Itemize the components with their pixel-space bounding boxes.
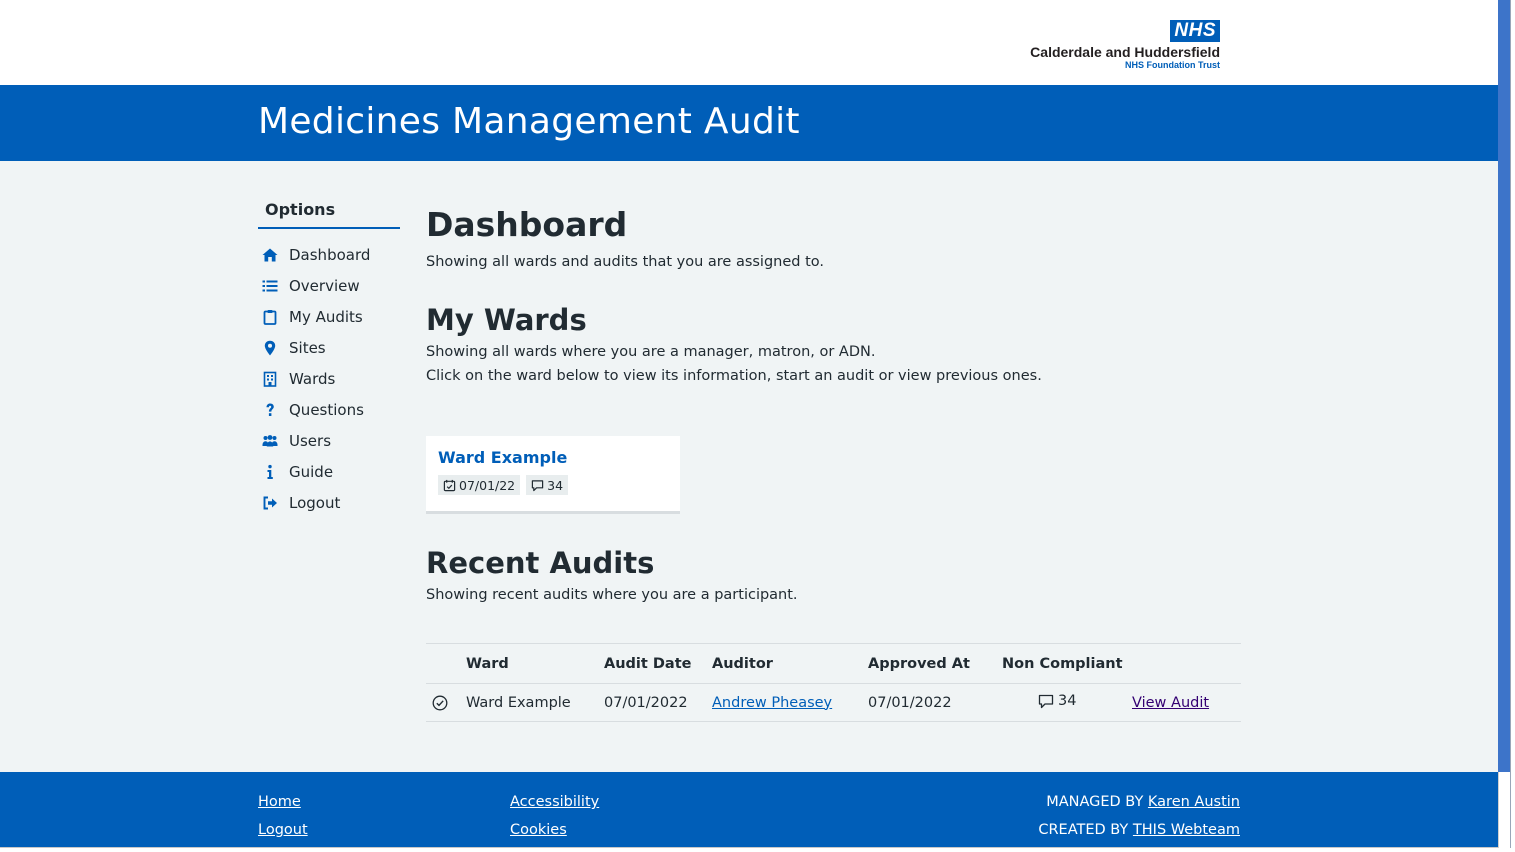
clipboard-icon xyxy=(258,309,282,325)
trust-name: Calderdale and Huddersfield xyxy=(1030,44,1220,60)
ward-date-tag: 07/01/22 xyxy=(438,475,521,495)
status-cell xyxy=(426,683,466,722)
action-cell: View Audit xyxy=(1132,683,1241,722)
footer-accessibility-link[interactable]: Accessibility xyxy=(510,794,599,810)
ward-cell: Ward Example xyxy=(466,683,604,722)
ward-card[interactable]: Ward Example 07/01/22 34 xyxy=(426,436,680,514)
non-compliant-cell: 34 xyxy=(1002,683,1132,722)
non-compliant-value: 34 xyxy=(1058,692,1077,709)
view-audit-link[interactable]: View Audit xyxy=(1132,695,1209,711)
check-circle-icon xyxy=(432,695,448,710)
sidebar-item-my-audits[interactable]: My Audits xyxy=(258,301,400,332)
managed-by-link[interactable]: Karen Austin xyxy=(1148,794,1240,810)
logout-icon xyxy=(258,495,282,511)
auditor-cell: Andrew Pheasey xyxy=(712,683,868,722)
calendar-check-icon xyxy=(443,479,456,491)
managed-by-prefix: MANAGED BY xyxy=(1046,794,1144,810)
sidebar-item-logout[interactable]: Logout xyxy=(258,487,400,518)
sidebar-item-users[interactable]: Users xyxy=(258,425,400,456)
sidebar-item-label: Guide xyxy=(289,462,334,481)
table-row: Ward Example 07/01/2022 Andrew Pheasey 0… xyxy=(426,683,1241,722)
sidebar-item-label: Questions xyxy=(289,400,364,419)
recent-audits-description: Showing recent audits where you are a pa… xyxy=(426,587,798,603)
audit-date-cell: 07/01/2022 xyxy=(604,683,712,722)
approved-at-cell: 07/01/2022 xyxy=(868,683,1002,722)
title-bar: Medicines Management Audit xyxy=(0,85,1498,161)
page-subtitle: Showing all wards and audits that you ar… xyxy=(426,254,824,270)
sidebar-item-dashboard[interactable]: Dashboard xyxy=(258,239,400,270)
sidebar-item-questions[interactable]: Questions xyxy=(258,394,400,425)
column-header-audit-date: Audit Date xyxy=(604,643,712,684)
column-header-non-compliant: Non Compliant xyxy=(1002,643,1132,684)
nhs-trust-logo[interactable]: NHS Calderdale and Huddersfield NHS Foun… xyxy=(1030,20,1220,70)
recent-audits-heading: Recent Audits xyxy=(426,546,655,580)
recent-audits-section: Recent Audits Showing recent audits wher… xyxy=(426,543,1241,607)
sidebar-item-label: Overview xyxy=(289,276,360,295)
footer-home-link[interactable]: Home xyxy=(258,794,301,810)
app-title: Medicines Management Audit xyxy=(258,101,800,142)
created-by-prefix: CREATED BY xyxy=(1038,822,1129,838)
list-icon xyxy=(258,278,282,294)
sidebar-item-label: Wards xyxy=(289,369,336,388)
footer: Home Logout Accessibility Cookies MANAGE… xyxy=(0,772,1498,847)
window-border xyxy=(1510,0,1511,848)
sidebar-item-guide[interactable]: Guide xyxy=(258,456,400,487)
my-wards-instruction: Click on the ward below to view its info… xyxy=(426,368,1042,384)
sidebar: Options Dashboard Overview My Audits Sit… xyxy=(258,196,400,518)
comment-icon xyxy=(1038,694,1054,708)
recent-audits-table: Ward Audit Date Auditor Approved At Non … xyxy=(426,643,1241,722)
info-icon xyxy=(258,464,282,480)
sidebar-list: Dashboard Overview My Audits Sites Wards… xyxy=(258,239,400,518)
building-icon xyxy=(258,371,282,387)
non-compliant-count: 34 xyxy=(1038,693,1076,709)
table-header-row: Ward Audit Date Auditor Approved At Non … xyxy=(426,643,1241,684)
nhs-logo-mark: NHS xyxy=(1170,20,1220,42)
users-icon xyxy=(258,433,282,449)
ward-card-link[interactable]: Ward Example xyxy=(438,448,668,467)
page-title: Dashboard xyxy=(426,205,628,244)
footer-logout-link[interactable]: Logout xyxy=(258,822,308,838)
ward-comments-count: 34 xyxy=(547,477,564,493)
ward-date-value: 07/01/22 xyxy=(459,477,516,493)
sidebar-heading: Options xyxy=(258,196,400,229)
sidebar-item-label: Sites xyxy=(289,338,326,357)
my-wards-description: Showing all wards where you are a manage… xyxy=(426,344,876,360)
column-header-ward: Ward xyxy=(466,643,604,684)
column-header-action xyxy=(1132,643,1241,684)
footer-created-by: CREATED BY THIS Webteam xyxy=(1038,822,1240,838)
comment-icon xyxy=(531,479,544,491)
top-header: NHS Calderdale and Huddersfield NHS Foun… xyxy=(0,0,1498,85)
page: NHS Calderdale and Huddersfield NHS Foun… xyxy=(0,0,1498,848)
sidebar-item-label: Logout xyxy=(289,493,341,512)
sidebar-item-label: Dashboard xyxy=(289,245,371,264)
home-icon xyxy=(258,247,282,263)
sidebar-item-label: Users xyxy=(289,431,332,450)
trust-subtitle: NHS Foundation Trust xyxy=(1125,60,1220,70)
map-pin-icon xyxy=(258,340,282,356)
created-by-link[interactable]: THIS Webteam xyxy=(1133,822,1240,838)
my-wards-heading: My Wards xyxy=(426,303,587,337)
sidebar-item-label: My Audits xyxy=(289,307,363,326)
column-header-status xyxy=(426,643,466,684)
sidebar-item-overview[interactable]: Overview xyxy=(258,270,400,301)
ward-comments-tag: 34 xyxy=(526,475,569,495)
column-header-auditor: Auditor xyxy=(712,643,868,684)
main-content: Dashboard Showing all wards and audits t… xyxy=(426,200,1241,388)
footer-cookies-link[interactable]: Cookies xyxy=(510,822,567,838)
sidebar-item-sites[interactable]: Sites xyxy=(258,332,400,363)
footer-managed-by: MANAGED BY Karen Austin xyxy=(1046,794,1240,810)
ward-card-tags: 07/01/22 34 xyxy=(438,475,668,495)
column-header-approved-at: Approved At xyxy=(868,643,1002,684)
sidebar-item-wards[interactable]: Wards xyxy=(258,363,400,394)
question-icon xyxy=(258,402,282,418)
auditor-link[interactable]: Andrew Pheasey xyxy=(712,695,832,711)
